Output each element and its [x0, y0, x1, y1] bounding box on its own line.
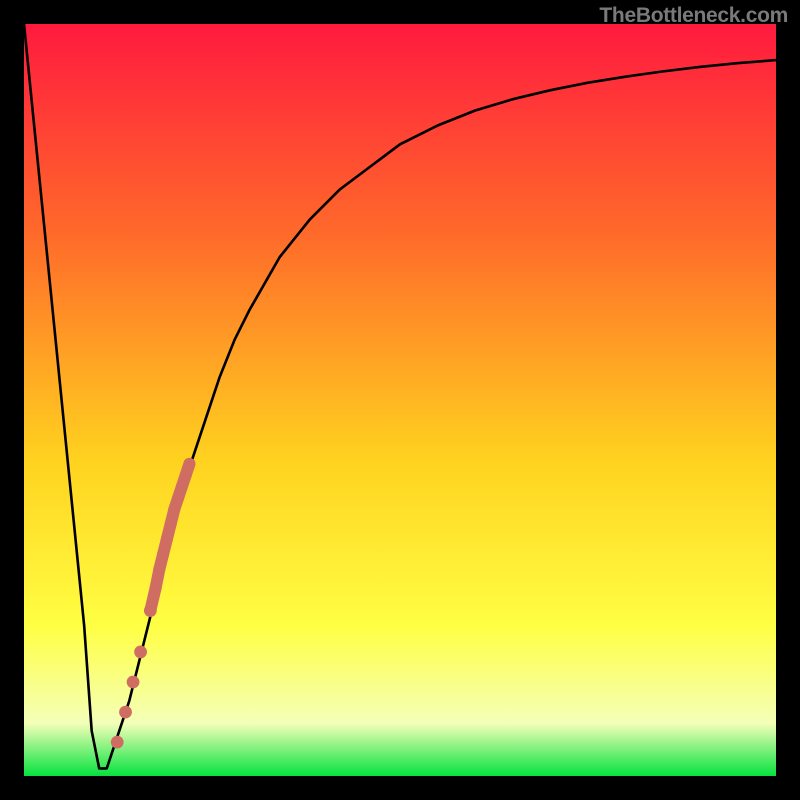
marker-dot — [176, 480, 188, 492]
marker-dot — [150, 582, 162, 594]
marker-dot — [157, 548, 169, 560]
marker-dot — [119, 706, 132, 719]
marker-dot — [127, 676, 140, 689]
attribution-text: TheBottleneck.com — [599, 4, 788, 28]
plot-area — [24, 24, 776, 776]
marker-dot — [153, 563, 165, 575]
marker-dot — [183, 458, 195, 470]
marker-dot — [172, 492, 184, 504]
marker-dot — [161, 533, 173, 545]
marker-dot — [144, 604, 157, 617]
marker-dot — [134, 646, 147, 659]
marker-dot — [168, 503, 180, 515]
gradient-background — [24, 24, 776, 776]
marker-dot — [111, 736, 124, 749]
chart-frame: TheBottleneck.com — [0, 0, 800, 800]
marker-dot — [165, 518, 177, 530]
marker-dot — [180, 469, 192, 481]
chart-svg — [24, 24, 776, 776]
